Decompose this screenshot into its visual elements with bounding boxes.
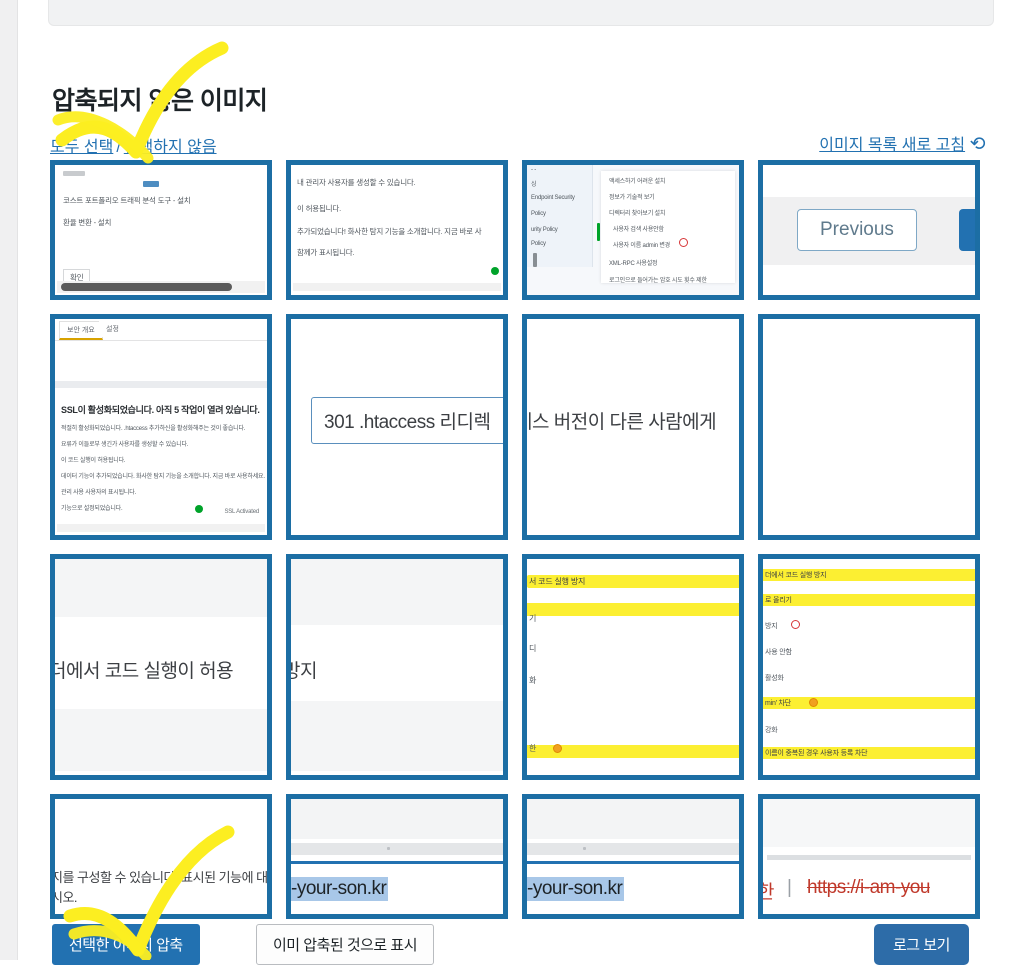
thumbnail-13[interactable]: 지를 구성할 수 있습니다. 표시된 기능에 대해 지 시오.	[50, 794, 272, 919]
thumbnail-3-item-2: 디렉터리 찾아보기 설치	[609, 211, 666, 217]
thumbnail-2-line-3: 함께가 표시됩니다.	[297, 248, 355, 257]
refresh-icon[interactable]: ⟳	[970, 133, 986, 156]
thumbnail-10-text: 방지	[291, 661, 317, 682]
thumbnail-10[interactable]: 방지	[286, 554, 508, 780]
thumbnail-8[interactable]	[758, 314, 980, 540]
selection-separator: /	[116, 139, 121, 156]
thumbnail-14-url: -your-son.kr	[291, 877, 389, 901]
uncompressed-images-page: 압축되지 않은 이미지 모두 선택 / 선택하지 않음 이미지 목록 새로 고침 ⟳ …	[0, 0, 1024, 965]
thumbnail-5-tab-0: 보안 개요	[59, 321, 103, 340]
thumbnail-5-line-5: 기능으로 설정되었습니다.	[61, 506, 123, 512]
thumbnail-1-line-0: 코스트 포트폴리오 트래픽 분석 도구 - 설치	[63, 196, 191, 205]
selection-links: 모두 선택 / 선택하지 않음	[50, 133, 217, 157]
page-title: 압축되지 않은 이미지	[52, 86, 268, 115]
thumbnail-5-ssl-status-label: SSL Activated	[224, 509, 259, 515]
thumbnail-5-line-4: 관리 사용 사용자의 표시됩니다.	[61, 490, 137, 496]
thumbnail-3-item-5: XML-RPC 사용설정	[609, 261, 658, 267]
thumbnail-3-alert-icon	[679, 238, 688, 247]
thumbnail-14[interactable]: -your-son.kr	[286, 794, 508, 919]
thumbnail-5-tab-1: 설정	[99, 321, 126, 337]
view-log-button[interactable]: 로그 보기	[874, 924, 969, 965]
thumbnail-3-item-4: 사용자 이름 admin 변경	[613, 243, 670, 249]
thumbnail-11[interactable]: 서 코드 실행 방지 기 디 화 한	[522, 554, 744, 780]
thumbnail-13-line-1: 시오.	[55, 890, 78, 905]
thumbnail-5-line-3: 데이터 기능이 추가되었습니다. 화사한 탐지 기능을 소개합니다. 지금 바로…	[61, 474, 265, 480]
thumbnail-2-line-0: 내 관리자 사용자를 생성할 수 있습니다.	[297, 178, 416, 187]
thumbnail-3-sidebar-0: 싱	[531, 182, 537, 188]
thumbnail-5-ssl-status-icon	[195, 505, 203, 513]
image-grid: 코스트 포트폴리오 트래픽 분석 도구 - 설치 환율 변환 - 설치 확인 내…	[50, 160, 990, 919]
thumbnail-2-line-2: 추가되었습니다! 화사한 탐지 기능을 소개합니다. 지금 바로 사	[297, 227, 482, 236]
thumbnail-5-line-2: 이 코드 실행이 허용됩니다.	[61, 458, 126, 464]
thumbnail-12-item-0: 더에서 코드 실행 방지	[765, 572, 827, 579]
thumbnail-12[interactable]: 더에서 코드 실행 방지 로 올리기 방지 사용 안함 활성화 min' 차단 …	[758, 554, 980, 780]
refresh-image-list-link[interactable]: 이미지 목록 새로 고침	[819, 137, 965, 154]
thumbnail-3-sidebar-4: Policy	[531, 241, 546, 247]
thumbnail-11-item-3: 디	[529, 644, 537, 653]
select-all-link[interactable]: 모두 선택	[50, 139, 113, 156]
thumbnail-11-item-4: 화	[529, 676, 537, 685]
thumbnail-3-item-0: 액세스하기 어려운 설치	[609, 179, 666, 185]
thumbnail-12-item-6: 강화	[765, 727, 778, 734]
thumbnail-16-url: https://i-am-you	[807, 877, 930, 898]
thumbnail-8-blank	[763, 319, 975, 535]
thumbnail-4-previous-button: Previous	[797, 209, 917, 251]
thumbnail-16[interactable]: 한 | https://i-am-you	[758, 794, 980, 919]
thumbnail-1[interactable]: 코스트 포트폴리오 트래픽 분석 도구 - 설치 환율 변환 - 설치 확인	[50, 160, 272, 300]
thumbnail-15[interactable]: -your-son.kr	[522, 794, 744, 919]
thumbnail-12-item-1: 로 올리기	[765, 597, 792, 604]
thumbnail-11-item-0: 서 코드 실행 방지	[529, 577, 586, 586]
thumbnail-11-item-5: 한	[529, 744, 537, 753]
compress-selected-images-button[interactable]: 선택한 이미지 압축	[52, 924, 200, 965]
thumbnail-2[interactable]: 내 관리자 사용자를 생성할 수 있습니다. 이 허용됩니다. 추가되었습니다!…	[286, 160, 508, 300]
thumbnail-12-item-3: 사용 안함	[765, 649, 792, 656]
thumbnail-12-item-7: 이름이 중복된 경우 사용자 등록 차단	[765, 750, 868, 757]
thumbnail-7-text: 레스 버전이 다른 사람에게	[527, 412, 717, 433]
thumbnail-3-sidebar-1: Endpoint Security	[531, 195, 575, 201]
thumbnail-13-line-0: 지를 구성할 수 있습니다. 표시된 기능에 대해 지	[55, 870, 267, 885]
thumbnail-5-heading: SSL이 활성화되었습니다. 아직 5 작업이 열려 있습니다.	[61, 405, 260, 415]
thumbnail-4[interactable]: Previous	[758, 160, 980, 300]
warning-icon	[809, 698, 818, 707]
mark-as-compressed-button[interactable]: 이미 압축된 것으로 표시	[256, 924, 435, 965]
thumbnail-16-prefix: 한	[763, 877, 774, 904]
thumbnail-4-next-button	[959, 209, 975, 251]
thumbnail-5-line-0: 적절히 활성화되었습니다. .htaccess 추가하신을 활성화해주는 것이 …	[61, 426, 246, 432]
thumbnail-3-sidebar-2: Policy	[531, 211, 546, 217]
warning-icon	[553, 744, 562, 753]
info-icon	[791, 620, 800, 629]
thumbnail-7[interactable]: 레스 버전이 다른 사람에게	[522, 314, 744, 540]
thumbnail-12-item-2: 방지	[765, 623, 778, 630]
thumbnail-1-line-1: 환율 변환 - 설치	[63, 218, 112, 227]
thumbnail-6-input-value: 301 .htaccess 리디렉	[311, 397, 503, 444]
thumbnail-6[interactable]: 301 .htaccess 리디렉	[286, 314, 508, 540]
thumbnail-12-item-4: 활성화	[765, 675, 784, 682]
thumbnail-11-item-2: 기	[529, 614, 537, 623]
refresh-list-container: 이미지 목록 새로 고침 ⟳	[819, 131, 986, 156]
thumbnail-9-text: 더에서 코드 실행이 허용	[55, 661, 234, 682]
thumbnail-5-line-1: 요류가 이들로부 생긴가 사용자를 생성할 수 있습니다.	[61, 442, 189, 448]
thumbnail-16-separator: |	[787, 877, 792, 898]
thumbnail-3-sidebar-3: urity Policy	[531, 227, 558, 233]
thumbnail-12-item-5: min' 차단	[765, 700, 792, 707]
thumbnail-3-item-6: 로그인으로 들어가는 암호 시도 횟수 제한	[609, 278, 707, 284]
thumbnail-3-item-3: 사용자 검색 사용안함	[613, 227, 664, 233]
thumbnail-3-item-1: 정보가 기술적 보기	[609, 195, 655, 201]
select-none-link[interactable]: 선택하지 않음	[124, 139, 217, 156]
thumbnail-5[interactable]: 보안 개요 설정 SSL이 활성화되었습니다. 아직 5 작업이 열려 있습니다…	[50, 314, 272, 540]
thumbnail-2-line-1: 이 허용됩니다.	[297, 204, 341, 213]
thumbnail-3[interactable]: - - 싱 Endpoint Security Policy urity Pol…	[522, 160, 744, 300]
thumbnail-9[interactable]: 더에서 코드 실행이 허용	[50, 554, 272, 780]
thumbnail-15-url: -your-son.kr	[527, 877, 625, 901]
thumbnail-1-scrollbar	[57, 281, 265, 293]
